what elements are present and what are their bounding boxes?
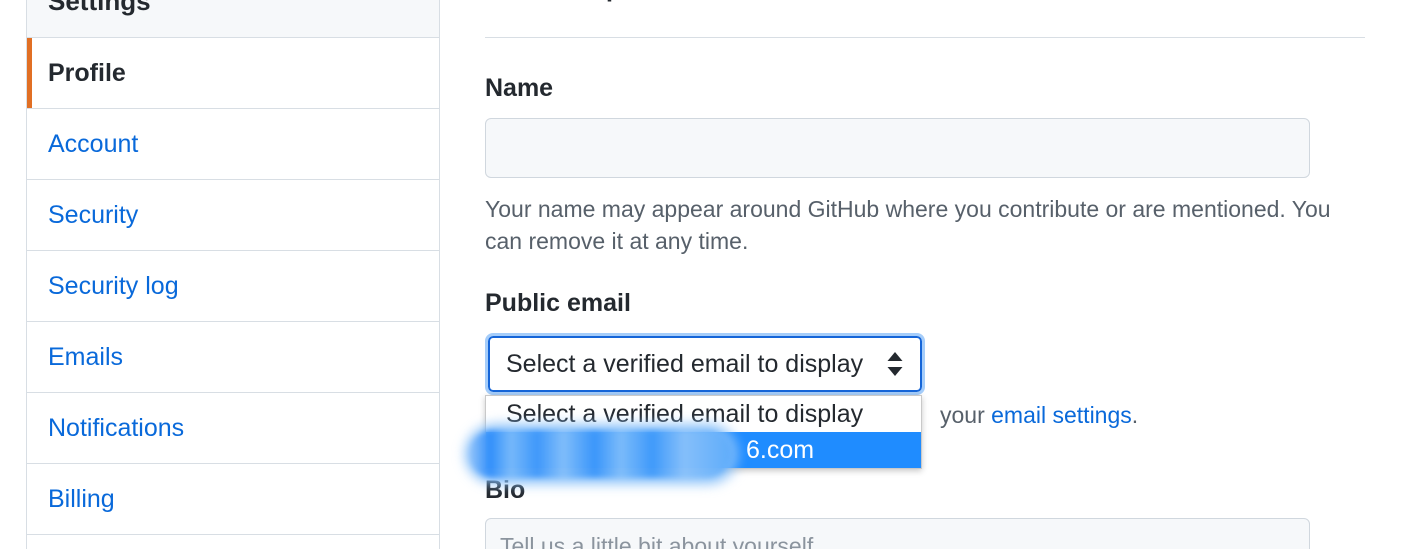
name-help-text: Your name may appear around GitHub where… — [485, 196, 1331, 254]
sidebar-item-security-log[interactable]: Security log — [27, 251, 439, 322]
public-email-selected-value: Select a verified email to display — [506, 349, 864, 378]
name-input[interactable] — [485, 118, 1310, 178]
page-title: Public profile — [485, 0, 714, 2]
dropdown-option-label: 6.com — [746, 435, 815, 464]
sidebar-item-label: Security — [48, 200, 139, 229]
public-email-select-box[interactable]: Select a verified email to display — [488, 336, 922, 392]
note-prefix: your — [940, 402, 992, 428]
sidebar-item-billing[interactable]: Billing — [27, 464, 439, 535]
sidebar-item-label: Notifications — [48, 413, 185, 442]
chevron-updown-icon — [887, 352, 903, 376]
sidebar-item-account[interactable]: Account — [27, 109, 439, 180]
sidebar-item-notifications[interactable]: Notifications — [27, 393, 439, 464]
public-email-dropdown-list[interactable]: Select a verified email to display 6.com — [485, 395, 922, 469]
sidebar-item-label: Account — [48, 129, 139, 158]
public-email-field-label: Public email — [485, 289, 631, 317]
note-suffix: . — [1131, 402, 1139, 428]
sidebar-item-label: Profile — [48, 58, 126, 87]
sidebar-item-ssh-gpg-keys[interactable]: SSH and GPG keys — [27, 535, 439, 549]
settings-sidebar: Settings Profile Account Security Securi… — [26, 0, 440, 549]
public-email-select[interactable]: Select a verified email to display — [485, 333, 925, 395]
sidebar-item-profile[interactable]: Profile — [27, 38, 439, 109]
dropdown-option-placeholder[interactable]: Select a verified email to display — [486, 396, 921, 432]
title-divider — [485, 37, 1365, 38]
bio-textarea[interactable] — [485, 518, 1310, 549]
name-field-label: Name — [485, 74, 554, 102]
sidebar-item-label: Emails — [48, 342, 124, 371]
sidebar-item-label: Security log — [48, 271, 179, 300]
sidebar-item-emails[interactable]: Emails — [27, 322, 439, 393]
settings-page: Settings Profile Account Security Securi… — [0, 0, 1406, 549]
dropdown-option-email[interactable]: 6.com — [486, 432, 921, 468]
email-settings-link[interactable]: email settings — [991, 402, 1132, 428]
sidebar-item-security[interactable]: Security — [27, 180, 439, 251]
dropdown-option-label: Select a verified email to display — [506, 399, 864, 428]
bio-field-label: Bio — [485, 476, 526, 504]
sidebar-item-label: Billing — [48, 484, 115, 513]
sidebar-header-title: Settings — [27, 0, 439, 38]
